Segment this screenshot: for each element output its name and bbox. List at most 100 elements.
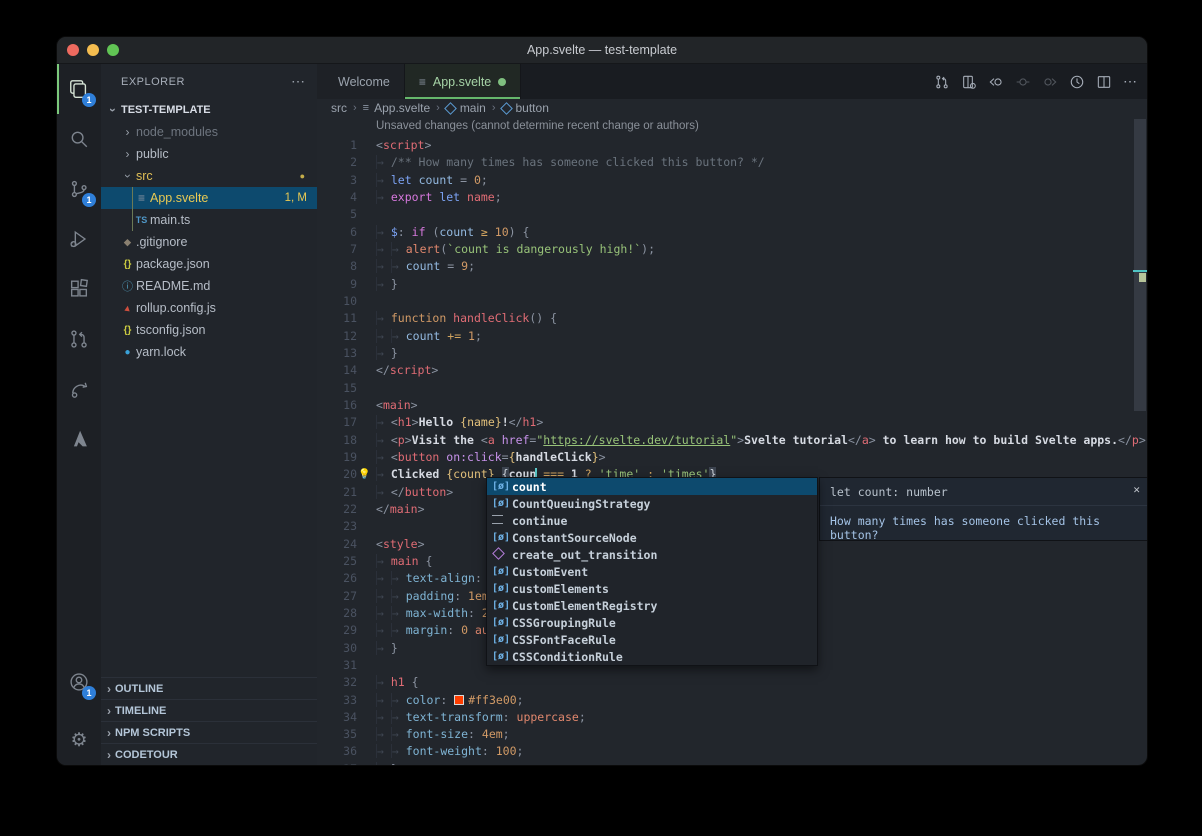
activity-search[interactable] [57,114,101,164]
code-line-33[interactable]: 33→ → color: #ff3e00; [317,692,1147,709]
code-line-7[interactable]: 7→ → alert(`count is dangerously high!`)… [317,241,1147,258]
line-number[interactable]: 32 [317,674,357,691]
suggestion-CustomElementRegistry[interactable]: [ø]CustomElementRegistry [487,597,817,614]
breadcrumb-main[interactable]: main [446,101,486,115]
file-item-main.ts[interactable]: TSmain.ts [101,209,317,231]
activity-azure[interactable] [57,414,101,464]
line-number[interactable]: 37 [317,761,357,765]
suggestion-CSSGroupingRule[interactable]: [ø]CSSGroupingRule [487,614,817,631]
file-item-README.md[interactable]: ⓘREADME.md [101,275,317,297]
line-number[interactable]: 3 [317,172,357,189]
line-number[interactable]: 8 [317,258,357,275]
line-number[interactable]: 19 [317,449,357,466]
minimize-window-button[interactable] [87,44,99,56]
line-number[interactable]: 20 [317,466,357,483]
current-change-icon[interactable] [1015,74,1031,90]
code-line-18[interactable]: 18→ <p>Visit the <a href="https://svelte… [317,432,1147,449]
code-line-11[interactable]: 11→ function handleClick() { [317,310,1147,327]
code-line-4[interactable]: 4→ export let name; [317,189,1147,206]
breadcrumb-src[interactable]: src [331,101,347,115]
line-number[interactable]: 11 [317,310,357,327]
file-item-tsconfig.json[interactable]: {}tsconfig.json [101,319,317,341]
activity-settings[interactable]: ⚙ [57,715,101,765]
sidebar-section-codetour[interactable]: ›CODETOUR [101,743,317,765]
suggestion-CountQueuingStrategy[interactable]: [ø]CountQueuingStrategy [487,495,817,512]
suggestion-ConstantSourceNode[interactable]: [ø]ConstantSourceNode [487,529,817,546]
suggestion-CSSConditionRule[interactable]: [ø]CSSConditionRule [487,648,817,665]
activity-explorer[interactable]: 1 [57,64,101,114]
suggestion-create_out_transition[interactable]: create_out_transition [487,546,817,563]
line-number[interactable]: 18 [317,432,357,449]
line-number[interactable]: 29 [317,622,357,639]
line-number[interactable]: 28 [317,605,357,622]
activity-accounts[interactable]: 1 [57,657,101,707]
line-number[interactable]: 36 [317,743,357,760]
file-item-rollup.config.js[interactable]: ▲rollup.config.js [101,297,317,319]
code-line-5[interactable]: 5 [317,206,1147,223]
line-number[interactable]: 30 [317,640,357,657]
breadcrumb-app-svelte[interactable]: ≡App.svelte [363,101,430,115]
line-number[interactable]: 5 [317,206,357,223]
code-line-14[interactable]: 14</script> [317,362,1147,379]
split-editor-icon[interactable] [1096,74,1112,90]
code-line-2[interactable]: 2→ /** How many times has someone clicke… [317,154,1147,171]
line-number[interactable]: 34 [317,709,357,726]
breadcrumb-button[interactable]: button [502,101,549,115]
code-line-16[interactable]: 16<main> [317,397,1147,414]
file-item-App.svelte[interactable]: ≡App.svelte1, M [101,187,317,209]
line-number[interactable]: 9 [317,276,357,293]
line-number[interactable]: 12 [317,328,357,345]
code-line-32[interactable]: 32→ h1 { [317,674,1147,691]
code-line-13[interactable]: 13→ } [317,345,1147,362]
sidebar-section-outline[interactable]: ›OUTLINE [101,677,317,699]
previous-change-icon[interactable] [988,74,1004,90]
next-change-icon[interactable] [1042,74,1058,90]
line-number[interactable]: 2 [317,154,357,171]
suggestion-continue[interactable]: continue [487,512,817,529]
code-line-35[interactable]: 35→ → font-size: 4em; [317,726,1147,743]
code-line-36[interactable]: 36→ → font-weight: 100; [317,743,1147,760]
code-line-12[interactable]: 12→ → count += 1; [317,328,1147,345]
file-item-.gitignore[interactable]: ◆.gitignore [101,231,317,253]
folder-item-public[interactable]: ›public [101,143,317,165]
code-line-15[interactable]: 15 [317,380,1147,397]
close-window-button[interactable] [67,44,79,56]
line-number[interactable]: 14 [317,362,357,379]
line-number[interactable]: 24 [317,536,357,553]
timeline-icon[interactable] [1069,74,1085,90]
line-number[interactable]: 7 [317,241,357,258]
scrollbar-thumb[interactable] [1134,119,1146,411]
activity-extensions[interactable] [57,264,101,314]
more-actions-icon[interactable]: ⋯ [291,73,305,90]
file-item-yarn.lock[interactable]: ●yarn.lock [101,341,317,363]
file-item-package.json[interactable]: {}package.json [101,253,317,275]
line-number[interactable]: 35 [317,726,357,743]
line-number[interactable]: 1 [317,137,357,154]
activity-live-share[interactable] [57,364,101,414]
line-number[interactable]: 23 [317,518,357,535]
activity-run-and-debug[interactable] [57,214,101,264]
code-line-37[interactable]: 37→ } [317,761,1147,765]
tab-app-svelte[interactable]: ≡ App.svelte [405,64,521,99]
code-editor[interactable]: Unsaved changes (cannot determine recent… [317,117,1147,765]
folder-item-src[interactable]: ›src● [101,165,317,187]
suggestion-count[interactable]: [ø]count [487,478,817,495]
zoom-window-button[interactable] [107,44,119,56]
line-number[interactable]: 6 [317,224,357,241]
line-number[interactable]: 10 [317,293,357,310]
unsaved-dot-icon[interactable] [498,78,506,86]
editor-scrollbar[interactable] [1133,117,1147,765]
sidebar-section-timeline[interactable]: ›TIMELINE [101,699,317,721]
activity-github-pull-requests[interactable] [57,314,101,364]
suggestion-customElements[interactable]: [ø]customElements [487,580,817,597]
code-line-10[interactable]: 10 [317,293,1147,310]
line-number[interactable]: 16 [317,397,357,414]
line-number[interactable]: 17 [317,414,357,431]
lightbulb-icon[interactable]: 💡 [358,466,370,483]
open-changes-icon[interactable] [961,74,977,90]
folder-item-node_modules[interactable]: ›node_modules [101,121,317,143]
code-line-1[interactable]: 1<script> [317,137,1147,154]
suggestion-CSSFontFaceRule[interactable]: [ø]CSSFontFaceRule [487,631,817,648]
line-number[interactable]: 15 [317,380,357,397]
code-line-6[interactable]: 6→ $: if (count ≥ 10) { [317,224,1147,241]
